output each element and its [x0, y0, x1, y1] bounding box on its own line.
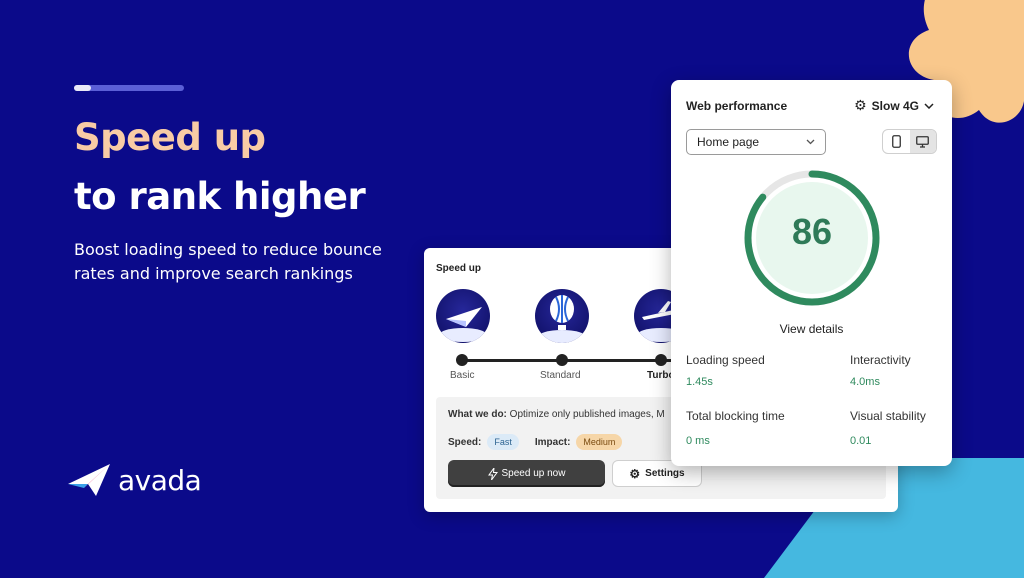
device-toggle: [882, 129, 937, 154]
meta-row: Speed: Fast Impact: Medium: [448, 434, 623, 450]
metric-value-visual-stability: 0.01: [850, 435, 872, 447]
gear-icon: ⚙: [854, 97, 867, 113]
tier-dot-turbo[interactable]: [655, 354, 667, 366]
hero-title-highlight: Speed up: [74, 116, 266, 159]
speed-label: Speed:: [448, 436, 482, 448]
metric-value-loading-speed: 1.45s: [686, 376, 713, 388]
metric-value-interactivity: 4.0ms: [850, 376, 880, 388]
metric-label-interactivity: Interactivity: [850, 353, 911, 367]
desktop-icon: [916, 135, 930, 148]
chevron-down-icon: [806, 139, 815, 145]
gear-icon: ⚙: [629, 466, 641, 481]
what-we-do-value: Optimize only published images, M: [509, 409, 665, 420]
speed-up-now-button[interactable]: Speed up now: [448, 460, 605, 487]
perf-card-title: Web performance: [686, 99, 788, 113]
hero-subtitle: Boost loading speed to reduce bounce rat…: [74, 240, 382, 283]
speed-card-title: Speed up: [436, 263, 482, 274]
metric-label-visual-stability: Visual stability: [850, 409, 926, 423]
what-we-do-text: What we do: Optimize only published imag…: [448, 409, 665, 420]
web-performance-card: Web performance ⚙ Slow 4G Home page 86 V…: [671, 80, 952, 466]
paper-plane-logo-icon: [68, 464, 110, 496]
performance-score: 86: [791, 211, 833, 252]
metric-label-total-blocking-time: Total blocking time: [686, 409, 785, 423]
page-select-dropdown[interactable]: Home page: [686, 129, 826, 155]
speed-up-now-label: Speed up now: [501, 468, 566, 479]
metric-value-total-blocking-time: 0 ms: [686, 435, 710, 447]
tier-dot-standard[interactable]: [556, 354, 568, 366]
mobile-icon: [891, 135, 901, 148]
impact-badge: Medium: [576, 434, 623, 450]
view-details-link[interactable]: View details: [671, 322, 952, 336]
tier-label-standard: Standard: [540, 370, 581, 381]
page-select-value: Home page: [697, 135, 760, 149]
impact-label: Impact:: [534, 436, 571, 448]
metric-label-loading-speed: Loading speed: [686, 353, 765, 367]
slide-progress-bar: [74, 85, 184, 91]
hero-title: to rank higher: [74, 175, 366, 218]
settings-label: Settings: [645, 468, 685, 479]
tier-label-basic: Basic: [450, 370, 475, 381]
what-we-do-label: What we do:: [448, 409, 507, 420]
brand-name: avada: [118, 463, 202, 497]
hot-air-balloon-icon[interactable]: [535, 289, 589, 343]
tier-dot-basic[interactable]: [456, 354, 468, 366]
chevron-down-icon: [924, 102, 934, 109]
paper-plane-icon[interactable]: [436, 289, 490, 343]
lightning-icon: [487, 467, 498, 480]
desktop-view-button[interactable]: [909, 130, 936, 153]
brand-logo: avada: [66, 462, 202, 498]
network-value: Slow 4G: [871, 98, 919, 113]
mobile-view-button[interactable]: [883, 130, 910, 153]
network-throttle-select[interactable]: ⚙ Slow 4G: [854, 97, 934, 114]
speed-badge: Fast: [487, 434, 519, 450]
